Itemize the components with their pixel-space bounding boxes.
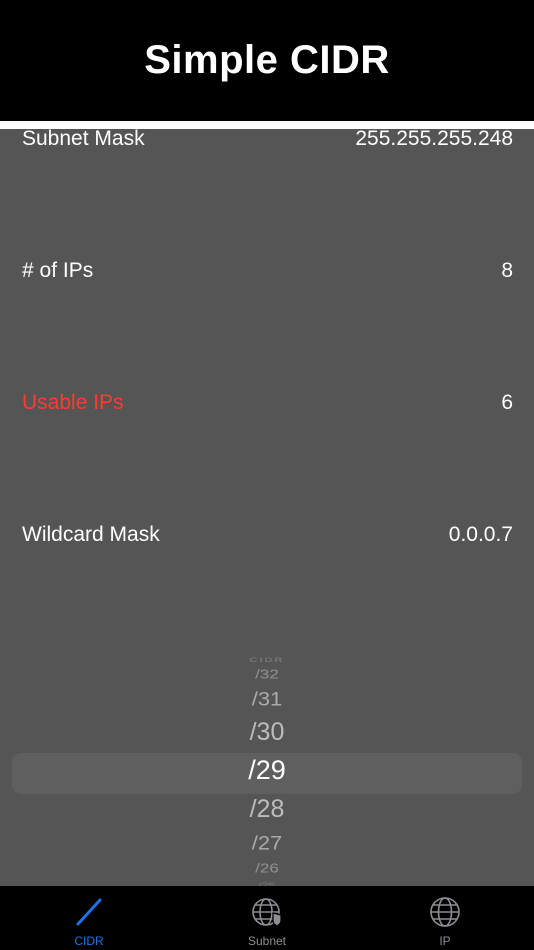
header: Simple CIDR	[0, 0, 534, 121]
picker-option[interactable]: /31	[0, 689, 534, 709]
tab-ip[interactable]: IP	[356, 886, 534, 950]
tab-subnet[interactable]: Subnet	[178, 886, 356, 950]
tab-cidr-label: CIDR	[74, 934, 104, 948]
page-title: Simple CIDR	[144, 38, 390, 82]
tab-subnet-label: Subnet	[247, 934, 287, 948]
wildcard-mask-row: Wildcard Mask 0.0.0.7	[22, 520, 513, 550]
picker-option[interactable]: /27	[0, 833, 534, 853]
ip-count-label: # of IPs	[22, 259, 94, 282]
subnet-mask-row: Subnet Mask 255.255.255.248	[22, 124, 513, 154]
subnet-mask-value: 255.255.255.248	[355, 127, 513, 150]
picker-option[interactable]: /32	[0, 668, 534, 681]
tab-bar: CIDR Subnet IP	[0, 886, 534, 950]
subnet-mask-label: Subnet Mask	[22, 127, 145, 150]
ip-count-row: # of IPs 8	[22, 256, 513, 286]
globe-shield-icon	[252, 898, 282, 927]
picker-title: CIDR	[249, 656, 285, 664]
globe-icon	[430, 897, 460, 927]
usable-ips-value: 6	[501, 391, 513, 414]
picker-option[interactable]: /28	[0, 797, 534, 822]
wildcard-mask-label: Wildcard Mask	[22, 523, 160, 546]
cidr-picker[interactable]: CIDR /32 /31 /30 /29 /28 /27 /26 /25	[0, 650, 534, 888]
picker-option[interactable]: /26	[0, 862, 534, 875]
ip-count-value: 8	[501, 259, 513, 282]
tab-cidr[interactable]: CIDR	[0, 886, 178, 950]
app-screen: Simple CIDR Subnet Mask 255.255.255.248 …	[0, 0, 534, 950]
wildcard-mask-value: 0.0.0.7	[448, 523, 513, 546]
picker-option-selected[interactable]: /29	[0, 757, 534, 784]
usable-ips-row: Usable IPs 6	[22, 388, 513, 418]
slash-icon	[76, 898, 102, 926]
usable-ips-label: Usable IPs	[22, 391, 124, 414]
tab-ip-label: IP	[439, 934, 451, 948]
picker-option[interactable]: /30	[0, 720, 534, 745]
